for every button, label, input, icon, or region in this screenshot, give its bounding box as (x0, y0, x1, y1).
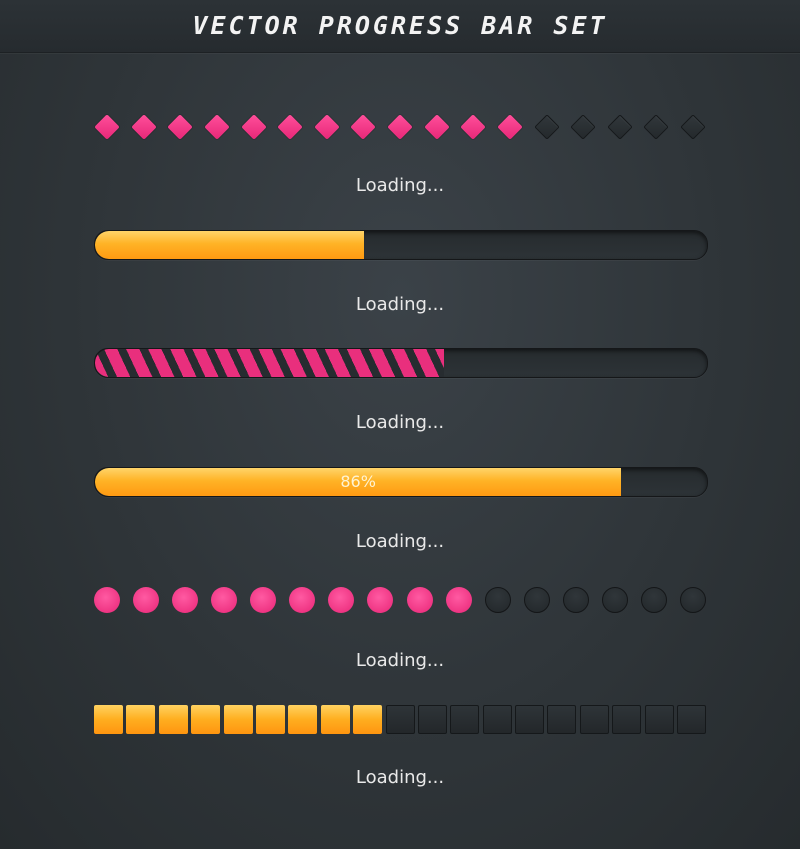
striped-progress-fill (95, 349, 444, 377)
dot-segment-filled (94, 587, 120, 613)
dot-segment-empty (562, 587, 589, 613)
loading-label: Loading... (355, 650, 445, 671)
loading-label: Loading... (355, 175, 445, 196)
percent-progress-bar: 86% (94, 467, 708, 497)
dot-segment-filled (250, 587, 277, 613)
square-progress-indicator (94, 705, 706, 734)
dot-segment-filled (328, 587, 355, 613)
dot-segment-filled (406, 587, 433, 613)
square-segment-filled (288, 705, 318, 734)
percent-progress-fill: 86% (95, 468, 622, 496)
square-segment-filled (126, 705, 156, 734)
dot-segment-filled (289, 587, 316, 613)
diamond-segment-filled (204, 114, 230, 140)
striped-pink-progress-bar (94, 348, 708, 378)
page-title: VECTOR PROGRESS BAR SET (192, 11, 608, 40)
diamond-segment-filled (314, 114, 340, 140)
loading-label: Loading... (355, 767, 445, 788)
square-segment-filled (191, 705, 221, 734)
diamond-segment-filled (167, 114, 193, 140)
loading-label: Loading... (355, 294, 445, 315)
diamond-segment-empty (680, 114, 706, 140)
square-segment-empty (515, 705, 545, 734)
diamond-segment-filled (94, 114, 120, 140)
square-segment-filled (320, 705, 350, 734)
orange-progress-fill (95, 231, 365, 259)
diamond-progress-indicator (94, 113, 706, 141)
orange-progress-bar (94, 230, 708, 260)
dot-segment-empty (484, 587, 511, 613)
loading-label: Loading... (355, 531, 445, 552)
square-segment-empty (385, 705, 415, 734)
progress-bar-set-page: VECTOR PROGRESS BAR SET Loading... Loadi… (0, 0, 800, 849)
square-segment-empty (450, 705, 480, 734)
square-segment-empty (677, 705, 706, 734)
dot-segment-filled (445, 587, 472, 613)
square-segment-empty (417, 705, 447, 734)
dot-segment-filled (172, 587, 199, 613)
square-segment-empty (579, 705, 609, 734)
square-segment-empty (547, 705, 577, 734)
dot-segment-empty (640, 587, 667, 613)
dot-segment-filled (211, 587, 238, 613)
diamond-segment-filled (350, 114, 377, 140)
diamond-segment-filled (387, 114, 413, 140)
square-segment-empty (644, 705, 674, 734)
square-segment-empty (482, 705, 512, 734)
dot-segment-empty (601, 587, 628, 613)
diamond-segment-empty (570, 114, 596, 140)
diamond-segment-filled (460, 114, 486, 140)
square-segment-empty (612, 705, 642, 734)
square-segment-filled (158, 705, 188, 734)
dot-segment-empty (523, 587, 550, 613)
square-segment-filled (255, 705, 285, 734)
diamond-segment-filled (497, 114, 523, 140)
diamond-segment-empty (533, 114, 560, 140)
dot-segment-filled (133, 587, 160, 613)
square-segment-filled (94, 705, 123, 734)
diamond-segment-filled (130, 114, 157, 140)
dot-segment-filled (367, 587, 394, 613)
percent-label: 86% (340, 472, 376, 491)
square-segment-filled (353, 705, 383, 734)
dot-segment-empty (680, 587, 706, 613)
title-band: VECTOR PROGRESS BAR SET (0, 0, 800, 53)
diamond-segment-empty (607, 114, 633, 140)
diamond-segment-filled (423, 114, 450, 140)
diamond-segment-filled (277, 114, 303, 140)
diamond-segment-empty (643, 114, 670, 140)
dot-progress-indicator (94, 587, 706, 613)
diamond-segment-filled (240, 114, 267, 140)
square-segment-filled (223, 705, 253, 734)
loading-label: Loading... (355, 412, 445, 433)
